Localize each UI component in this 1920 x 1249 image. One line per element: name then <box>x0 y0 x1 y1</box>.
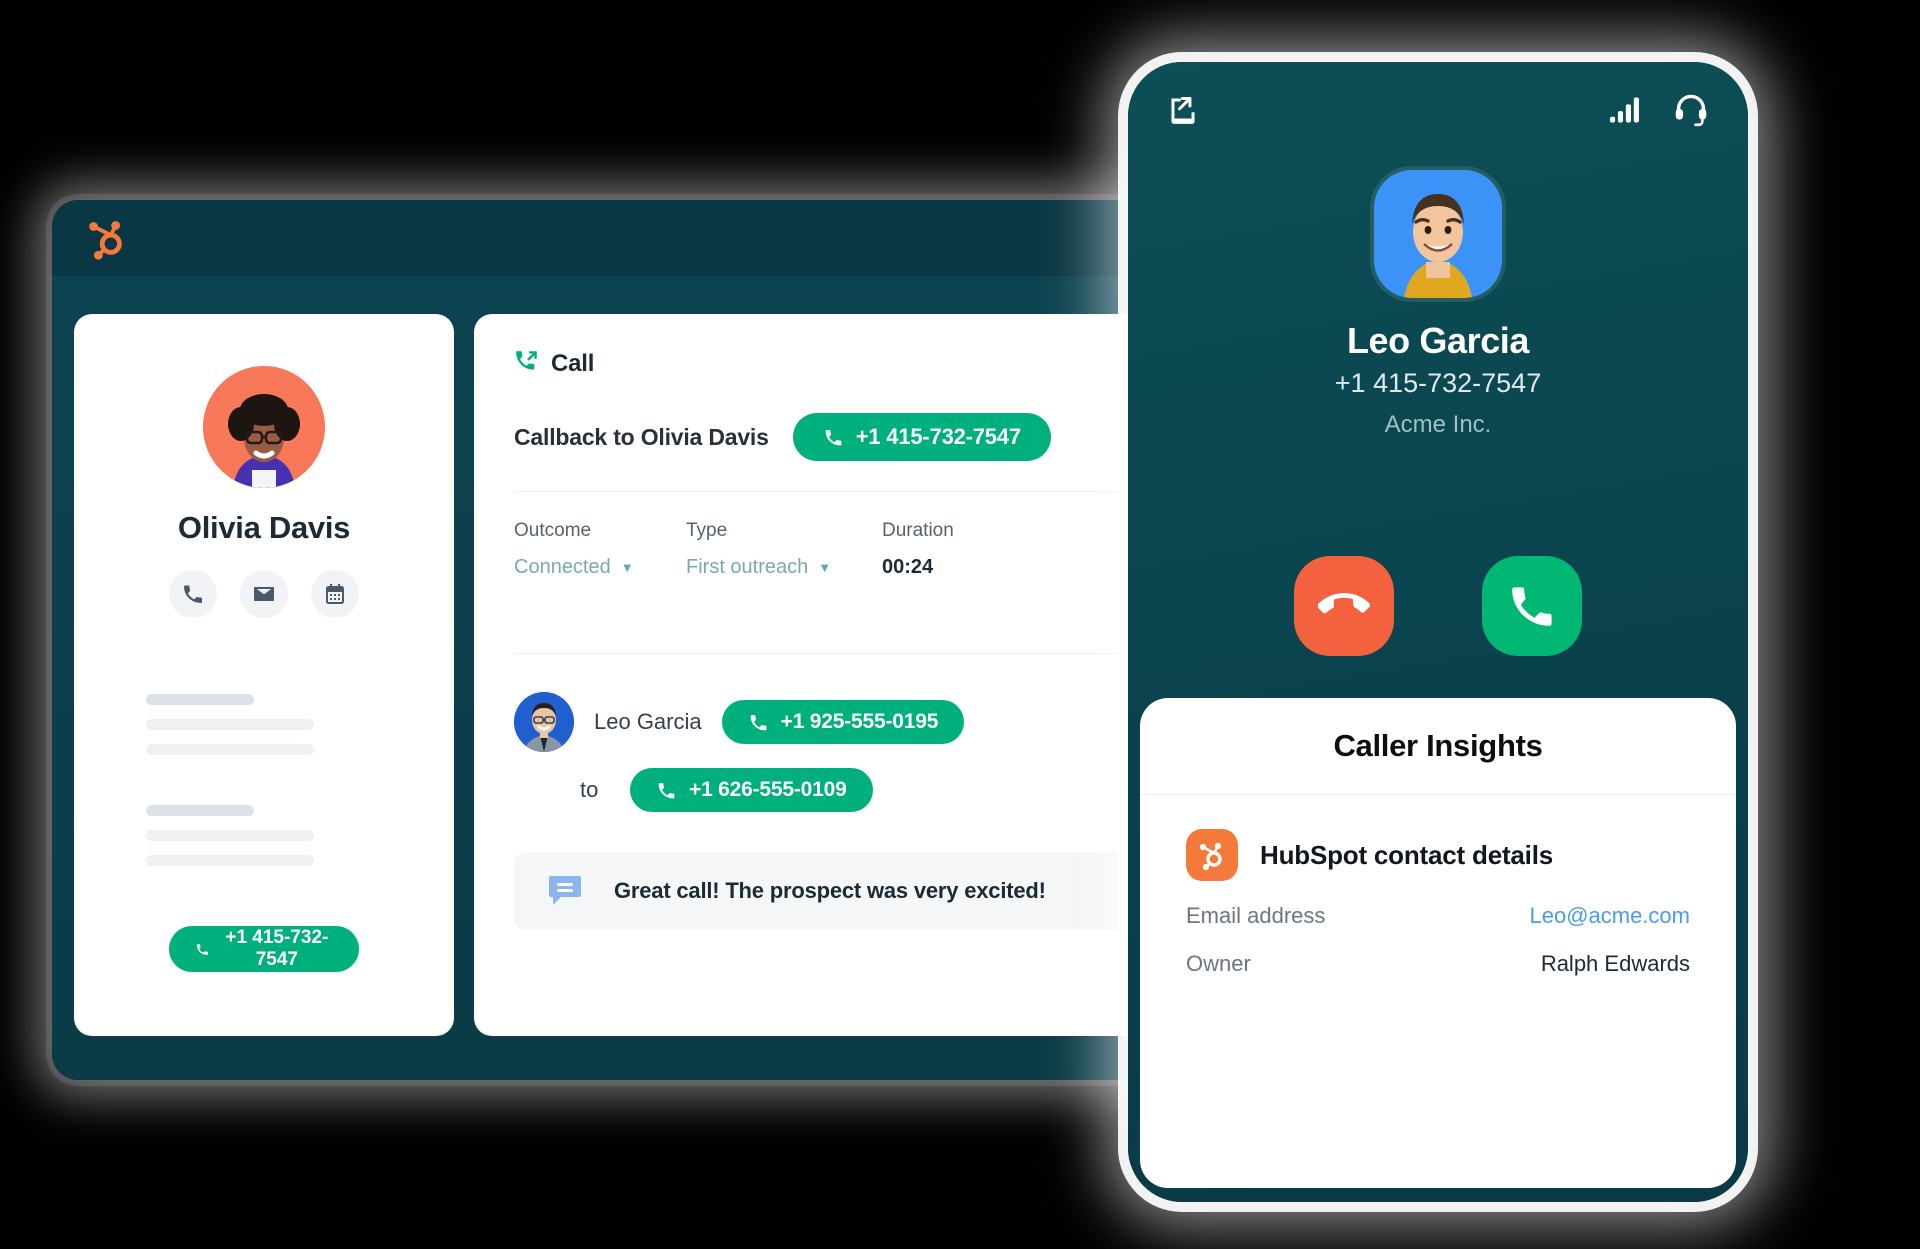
duration-label: Duration <box>882 520 954 541</box>
skeleton-line <box>146 694 254 705</box>
desktop-topbar <box>52 200 1157 276</box>
chevron-down-icon: ▼ <box>620 560 634 575</box>
caller-name: Leo Garcia <box>1346 320 1530 361</box>
callback-label: Callback to Olivia Davis <box>514 423 769 450</box>
minimize-icon[interactable] <box>1168 95 1198 130</box>
caller-insights-body: HubSpot contact details Email address Le… <box>1140 795 1736 977</box>
call-action-buttons <box>1128 556 1748 656</box>
type-dropdown[interactable]: First outreach ▼ <box>686 556 882 579</box>
outcome-dropdown[interactable]: Connected ▼ <box>514 556 686 579</box>
participant-name: Leo Garcia <box>594 709 702 734</box>
calendar-icon[interactable] <box>311 570 359 618</box>
caller-number: +1 415-732-7547 <box>1334 368 1542 398</box>
contact-phone-button[interactable]: +1 415-732-7547 <box>169 926 359 972</box>
outcome-value: Connected <box>514 556 611 578</box>
participant-from-number-label: +1 925-555-0195 <box>780 710 939 733</box>
placeholder-lines <box>74 694 454 880</box>
owner-label: Owner <box>1186 951 1251 976</box>
chevron-down-icon: ▼ <box>818 560 832 575</box>
owner-value: Ralph Edwards <box>1540 951 1690 976</box>
comment-icon <box>548 872 586 910</box>
skeleton-line <box>146 830 314 841</box>
email-address-label: Email address <box>1186 903 1326 928</box>
participant-to-label: to <box>580 777 599 802</box>
skeleton-line <box>146 744 314 755</box>
avatar <box>203 366 325 488</box>
type-value: First outreach <box>686 556 809 578</box>
type-label: Type <box>686 520 728 541</box>
phone-device: Leo Garcia +1 415-732-7547 Acme Inc. Cal… <box>1128 62 1748 1202</box>
phone-icon[interactable] <box>169 570 217 618</box>
insights-source-row: HubSpot contact details <box>1186 829 1690 881</box>
duration-value: 00:24 <box>882 556 934 578</box>
contact-phone-label: +1 415-732-7547 <box>225 927 329 970</box>
participant-from-number-button[interactable]: +1 925-555-0195 <box>721 700 965 744</box>
participant-to-row: to +1 626-555-0109 <box>514 768 1157 812</box>
participant-to-number-label: +1 626-555-0109 <box>689 778 847 801</box>
callback-number-label: +1 415-732-7547 <box>855 424 1021 449</box>
call-note-text: Great call! The prospect was very excite… <box>614 878 1046 903</box>
desktop-body: Olivia Davis +1 415-732-7547 Call Callba… <box>52 276 1157 1080</box>
insights-source-label: HubSpot contact details <box>1260 839 1553 870</box>
avatar <box>514 692 574 752</box>
page-title: Olivia Davis <box>177 510 351 545</box>
participant-from-row: Leo Garcia +1 925-555-0195 <box>514 692 1157 752</box>
call-card-header: Call <box>514 348 1157 379</box>
avatar <box>1374 170 1502 298</box>
outcome-label: Outcome <box>514 520 592 541</box>
phone-status-icons <box>1610 93 1708 132</box>
call-note: Great call! The prospect was very excite… <box>514 852 1157 930</box>
stage: Olivia Davis +1 415-732-7547 Call Callba… <box>0 0 1920 1249</box>
skeleton-line <box>146 855 314 866</box>
call-card-title: Call <box>551 349 595 377</box>
participant-to-number-button[interactable]: +1 626-555-0109 <box>630 768 873 812</box>
decline-call-button[interactable] <box>1294 556 1394 656</box>
accept-call-button[interactable] <box>1482 556 1582 656</box>
call-meta: Outcome Type Duration Connected ▼ First … <box>514 492 1157 654</box>
caller-company: Acme Inc. <box>1384 411 1492 438</box>
caller-insights-title: Caller Insights <box>1140 698 1736 795</box>
skeleton-line <box>146 805 254 816</box>
phone-screen: Leo Garcia +1 415-732-7547 Acme Inc. Cal… <box>1128 62 1748 1202</box>
call-card: Call Callback to Olivia Davis +1 415-732… <box>474 314 1157 1036</box>
desktop-window: Olivia Davis +1 415-732-7547 Call Callba… <box>52 200 1157 1080</box>
detail-row: Owner Ralph Edwards <box>1186 951 1690 977</box>
call-participants: Leo Garcia +1 925-555-0195 to +1 626-555… <box>514 692 1157 812</box>
skeleton-line <box>146 719 314 730</box>
detail-row: Email address Leo@acme.com <box>1186 903 1690 929</box>
decline-phone-icon <box>1318 593 1370 614</box>
email-icon[interactable] <box>240 570 288 618</box>
contact-card: Olivia Davis +1 415-732-7547 <box>74 314 454 1036</box>
callback-number-button[interactable]: +1 415-732-7547 <box>792 413 1051 461</box>
headset-icon <box>1674 93 1708 132</box>
email-address-value[interactable]: Leo@acme.com <box>1529 903 1690 929</box>
signal-bars-icon <box>1610 97 1644 128</box>
phone-status-bar <box>1128 62 1748 162</box>
hubspot-sprocket-icon[interactable] <box>84 215 130 261</box>
incoming-caller-block: Leo Garcia +1 415-732-7547 Acme Inc. <box>1128 170 1748 439</box>
contact-actions <box>169 570 359 618</box>
hubspot-sprocket-icon <box>1186 829 1238 881</box>
callback-row: Callback to Olivia Davis +1 415-732-7547 <box>514 413 1157 492</box>
outgoing-call-icon <box>514 348 540 379</box>
caller-insights-panel: Caller Insights HubSpot contact details … <box>1140 698 1736 1188</box>
accept-phone-icon <box>1512 587 1552 626</box>
